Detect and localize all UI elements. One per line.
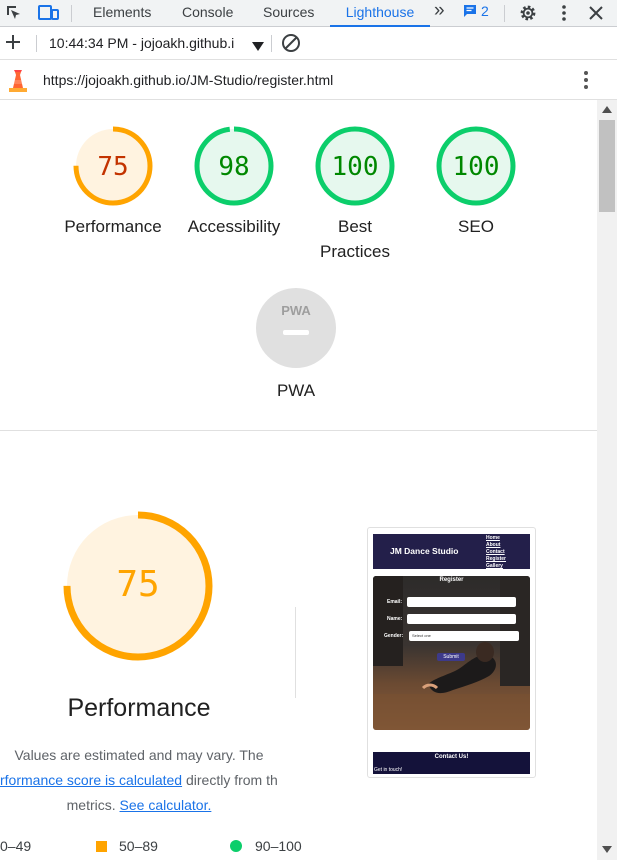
- thumb-gender-label: Gender:: [384, 633, 404, 639]
- close-icon[interactable]: [585, 0, 607, 26]
- gauge-label: Performance: [64, 217, 162, 236]
- page-screenshot-thumbnail[interactable]: JM Dance Studio Home About Contact Regis…: [367, 527, 536, 778]
- svg-text:PWA: PWA: [281, 303, 311, 318]
- gauge-label: SEO: [458, 217, 494, 236]
- performance-description: Values are estimated and may vary. The r…: [0, 743, 278, 818]
- thumb-name-label: Name:: [387, 616, 403, 622]
- dropdown-arrow-icon[interactable]: [252, 38, 264, 56]
- thumb-submit-button: Submit: [437, 653, 465, 661]
- lighthouse-report: 75 Performance 98 Accessibility 100 Best…: [0, 100, 597, 860]
- scroll-up-arrow-icon[interactable]: [602, 106, 612, 113]
- thumb-form-title: Register: [439, 577, 464, 583]
- legend-square-icon: [96, 840, 107, 852]
- issues-count: 2: [481, 3, 489, 19]
- vertical-scrollbar[interactable]: [597, 100, 617, 860]
- lighthouse-logo-icon: [8, 67, 28, 98]
- thumb-email-input: [407, 597, 516, 607]
- section-divider: [0, 430, 597, 431]
- device-toolbar-icon[interactable]: [36, 0, 62, 26]
- gauge-performance[interactable]: 75 Performance: [53, 124, 173, 239]
- legend-fail-label: 0–49: [0, 838, 32, 854]
- thumb-name-input: [407, 614, 516, 624]
- legend-average-label: 50–89: [119, 838, 158, 854]
- devtools-toolbar: Elements Console Sources Lighthouse » 2: [0, 0, 617, 27]
- svg-text:75: 75: [116, 564, 159, 605]
- thumb-footer-text: Get in touch!: [374, 767, 403, 773]
- thumb-gender-select: Select one: [409, 631, 519, 641]
- score-calculated-link[interactable]: rformance score is calculated: [0, 772, 182, 788]
- gauge-label: Accessibility: [187, 217, 281, 236]
- tab-lighthouse[interactable]: Lighthouse: [330, 0, 430, 27]
- legend-pass-label: 90–100: [255, 838, 302, 854]
- thumb-footer-title: Contact Us!: [434, 754, 469, 760]
- desc-line-2: directly from these: [185, 772, 278, 788]
- gauge-seo[interactable]: 100 SEO: [416, 124, 536, 239]
- gauge-label: Best Practices: [320, 217, 390, 261]
- thumb-header: JM Dance Studio Home About Contact Regis…: [373, 534, 530, 569]
- gauge-accessibility[interactable]: 98 Accessibility: [174, 124, 294, 239]
- report-toolbar: 10:44:34 PM - jojoakh.github.i: [0, 27, 617, 60]
- vertical-divider: [295, 607, 296, 698]
- tab-sources[interactable]: Sources: [263, 2, 314, 28]
- report-url-bar: https://jojoakh.github.io/JM-Studio/regi…: [0, 60, 617, 100]
- thumb-site-title: JM Dance Studio: [390, 546, 459, 556]
- thumb-nav-item: Gallery: [486, 563, 503, 569]
- thumb-email-label: Email:: [387, 599, 403, 605]
- toolbar-divider: [271, 35, 272, 52]
- thumb-register-form: Register Email: Name: Gender: Select one…: [373, 576, 530, 730]
- desc-line-1: Values are estimated and may vary. The: [14, 747, 264, 763]
- gauge-label: PWA: [276, 381, 316, 400]
- performance-title: Performance: [67, 694, 211, 722]
- add-report-icon[interactable]: [4, 33, 22, 56]
- performance-large-gauge: 75: [63, 511, 213, 661]
- clear-reports-icon[interactable]: [281, 33, 301, 58]
- report-menu-icon[interactable]: [584, 71, 588, 94]
- legend-pass: 90–100: [230, 838, 302, 854]
- toolbar-divider: [71, 5, 72, 22]
- issues-badge[interactable]: 2: [463, 3, 489, 19]
- legend-circle-icon: [230, 840, 242, 852]
- thumb-nav-item: Register: [486, 556, 507, 562]
- see-calculator-link[interactable]: See calculator.: [120, 797, 212, 813]
- thumb-nav-item: Home: [486, 535, 500, 541]
- report-url[interactable]: https://jojoakh.github.io/JM-Studio/regi…: [43, 72, 333, 88]
- gauge-pwa[interactable]: PWA PWA: [236, 288, 356, 403]
- more-options-icon[interactable]: [555, 0, 573, 26]
- thumb-nav: Home About Contact Register Gallery: [486, 535, 506, 570]
- inspect-element-icon[interactable]: [2, 0, 26, 26]
- svg-text:100: 100: [453, 152, 500, 182]
- toolbar-divider: [36, 35, 37, 52]
- scrollbar-thumb[interactable]: [599, 120, 615, 212]
- tab-elements[interactable]: Elements: [93, 2, 151, 28]
- more-tabs-icon[interactable]: »: [434, 0, 445, 26]
- thumb-nav-item: About: [486, 542, 501, 548]
- tab-console[interactable]: Console: [182, 2, 233, 28]
- gauge-best-practices[interactable]: 100 Best Practices: [295, 124, 415, 264]
- thumb-nav-item: Contact: [486, 549, 505, 555]
- legend-average: 50–89: [96, 838, 158, 854]
- svg-text:98: 98: [218, 152, 249, 182]
- message-icon: [464, 5, 476, 17]
- toolbar-divider: [504, 5, 505, 22]
- report-selector[interactable]: 10:44:34 PM - jojoakh.github.i: [49, 35, 251, 51]
- settings-gear-icon[interactable]: [517, 0, 539, 26]
- legend-fail: 0–49: [0, 838, 31, 854]
- desc-line-3: metrics.: [66, 797, 120, 813]
- scroll-down-arrow-icon[interactable]: [602, 846, 612, 853]
- svg-text:75: 75: [97, 152, 128, 182]
- svg-text:100: 100: [332, 152, 379, 182]
- thumb-footer: Contact Us! Get in touch!: [373, 752, 530, 774]
- pwa-badge-icon: PWA: [256, 288, 336, 368]
